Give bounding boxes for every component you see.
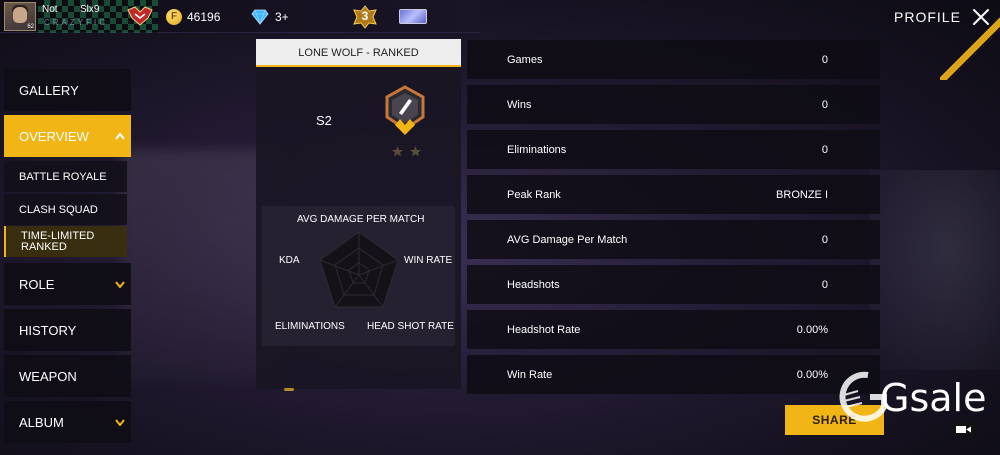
chevron-up-icon: [115, 132, 125, 140]
player-name-suffix: Slx9: [80, 4, 100, 15]
player-top-bar: 62 Not Slx9 CRAZYFIC F 46196 3+ 3: [0, 0, 480, 33]
stat-value: BRONZE I: [776, 188, 828, 201]
sidebar-item-role[interactable]: ROLE: [4, 263, 131, 305]
season-label: S2: [316, 113, 332, 128]
stat-value: 0: [821, 53, 828, 66]
radar-label-win-rate: WIN RATE: [404, 255, 453, 266]
close-icon[interactable]: [970, 6, 992, 28]
stat-label: Wins: [507, 98, 532, 111]
level-badge-number: 3: [361, 9, 369, 23]
sidebar-item-label: OVERVIEW: [19, 128, 89, 144]
sidebar-subitem-battle-royale[interactable]: BATTLE ROYALE: [4, 161, 127, 192]
diamond-icon: [251, 9, 269, 25]
sidebar-item-history[interactable]: HISTORY: [4, 309, 131, 351]
stat-row: AVG Damage Per Match 0: [467, 220, 880, 259]
radar-pentagon: [319, 231, 399, 308]
stat-value: 0: [821, 143, 828, 156]
sidebar-item-weapon[interactable]: WEAPON: [4, 355, 131, 397]
stat-row: Wins 0: [467, 85, 880, 124]
sidebar-subitem-time-limited-ranked[interactable]: TIME-LIMITED RANKED: [4, 226, 127, 257]
stat-row: Eliminations 0: [467, 130, 880, 169]
scroll-indicator: [284, 388, 294, 391]
chevron-down-icon: [115, 281, 125, 288]
radar-label-eliminations: ELIMINATIONS: [275, 321, 345, 332]
sidebar-subitem-clash-squad[interactable]: CLASH SQUAD: [4, 194, 127, 225]
page-title: PROFILE: [894, 9, 961, 25]
star-icon: [392, 146, 403, 157]
sidebar-item-label: ALBUM: [19, 414, 64, 430]
heroic-rank-icon: [127, 6, 153, 26]
diamond-count[interactable]: 3+: [275, 10, 289, 24]
avatar[interactable]: 62: [4, 2, 36, 31]
stats-radar-chart: AVG DAMAGE PER MATCH KDA WIN RATE ELIMIN…: [262, 206, 455, 346]
stat-label: Games: [507, 53, 543, 66]
sidebar-item-label: GALLERY: [19, 82, 79, 98]
guild-tag: CRAZYFIC: [44, 18, 108, 27]
stat-label: AVG Damage Per Match: [507, 233, 628, 246]
stat-label: Eliminations: [507, 143, 567, 156]
stat-value: 0: [821, 233, 828, 246]
sidebar-item-gallery[interactable]: GALLERY: [4, 69, 131, 111]
stat-value: 0.00%: [796, 323, 828, 336]
sidebar-subitem-label: TIME-LIMITED RANKED: [21, 229, 95, 253]
stat-value: 0.00%: [796, 368, 828, 381]
radar-label-avg-damage: AVG DAMAGE PER MATCH: [297, 214, 425, 225]
mode-rank-card: LONE WOLF - RANKED S2 AVG DAMAGE PER MAT…: [256, 39, 461, 391]
gold-coin-icon: F: [166, 9, 182, 25]
radar-label-headshot-rate: HEAD SHOT RATE: [367, 321, 454, 332]
video-record-icon[interactable]: [953, 422, 975, 437]
stat-label: Headshots: [507, 278, 560, 291]
stat-row: Win Rate 0.00%: [467, 355, 880, 394]
membership-card-icon[interactable]: [399, 9, 427, 24]
sidebar-item-overview[interactable]: OVERVIEW: [4, 115, 131, 157]
sidebar-subitem-label: CLASH SQUAD: [19, 203, 98, 216]
sidebar-item-label: HISTORY: [19, 322, 77, 338]
stat-row: Headshot Rate 0.00%: [467, 310, 880, 349]
stat-row: Peak Rank BRONZE I: [467, 175, 880, 214]
stat-value: 0: [821, 98, 828, 111]
sidebar-subitem-label: BATTLE ROYALE: [19, 170, 107, 183]
stat-label: Headshot Rate: [507, 323, 581, 336]
star-icon: [410, 146, 421, 157]
sidebar-item-label: ROLE: [19, 276, 55, 292]
sidebar-item-album[interactable]: ALBUM: [4, 401, 131, 443]
stat-label: Win Rate: [507, 368, 553, 381]
sidebar-item-label: WEAPON: [19, 368, 77, 384]
bronze-rank-icon: [385, 85, 425, 135]
level-badge-icon[interactable]: 3: [352, 5, 378, 29]
avatar-level: 62: [27, 24, 34, 30]
mode-title: LONE WOLF - RANKED: [256, 39, 461, 67]
chevron-down-icon: [115, 419, 125, 426]
stat-row: Headshots 0: [467, 265, 880, 304]
stat-value: 0: [821, 278, 828, 291]
stat-row: Games 0: [467, 40, 880, 79]
radar-label-kda: KDA: [279, 255, 300, 266]
background-vehicle: [870, 170, 1000, 370]
gold-count: 46196: [187, 10, 221, 24]
player-name: Not: [42, 4, 58, 15]
watermark-text: Gsale: [880, 376, 987, 420]
stat-label: Peak Rank: [507, 188, 561, 201]
